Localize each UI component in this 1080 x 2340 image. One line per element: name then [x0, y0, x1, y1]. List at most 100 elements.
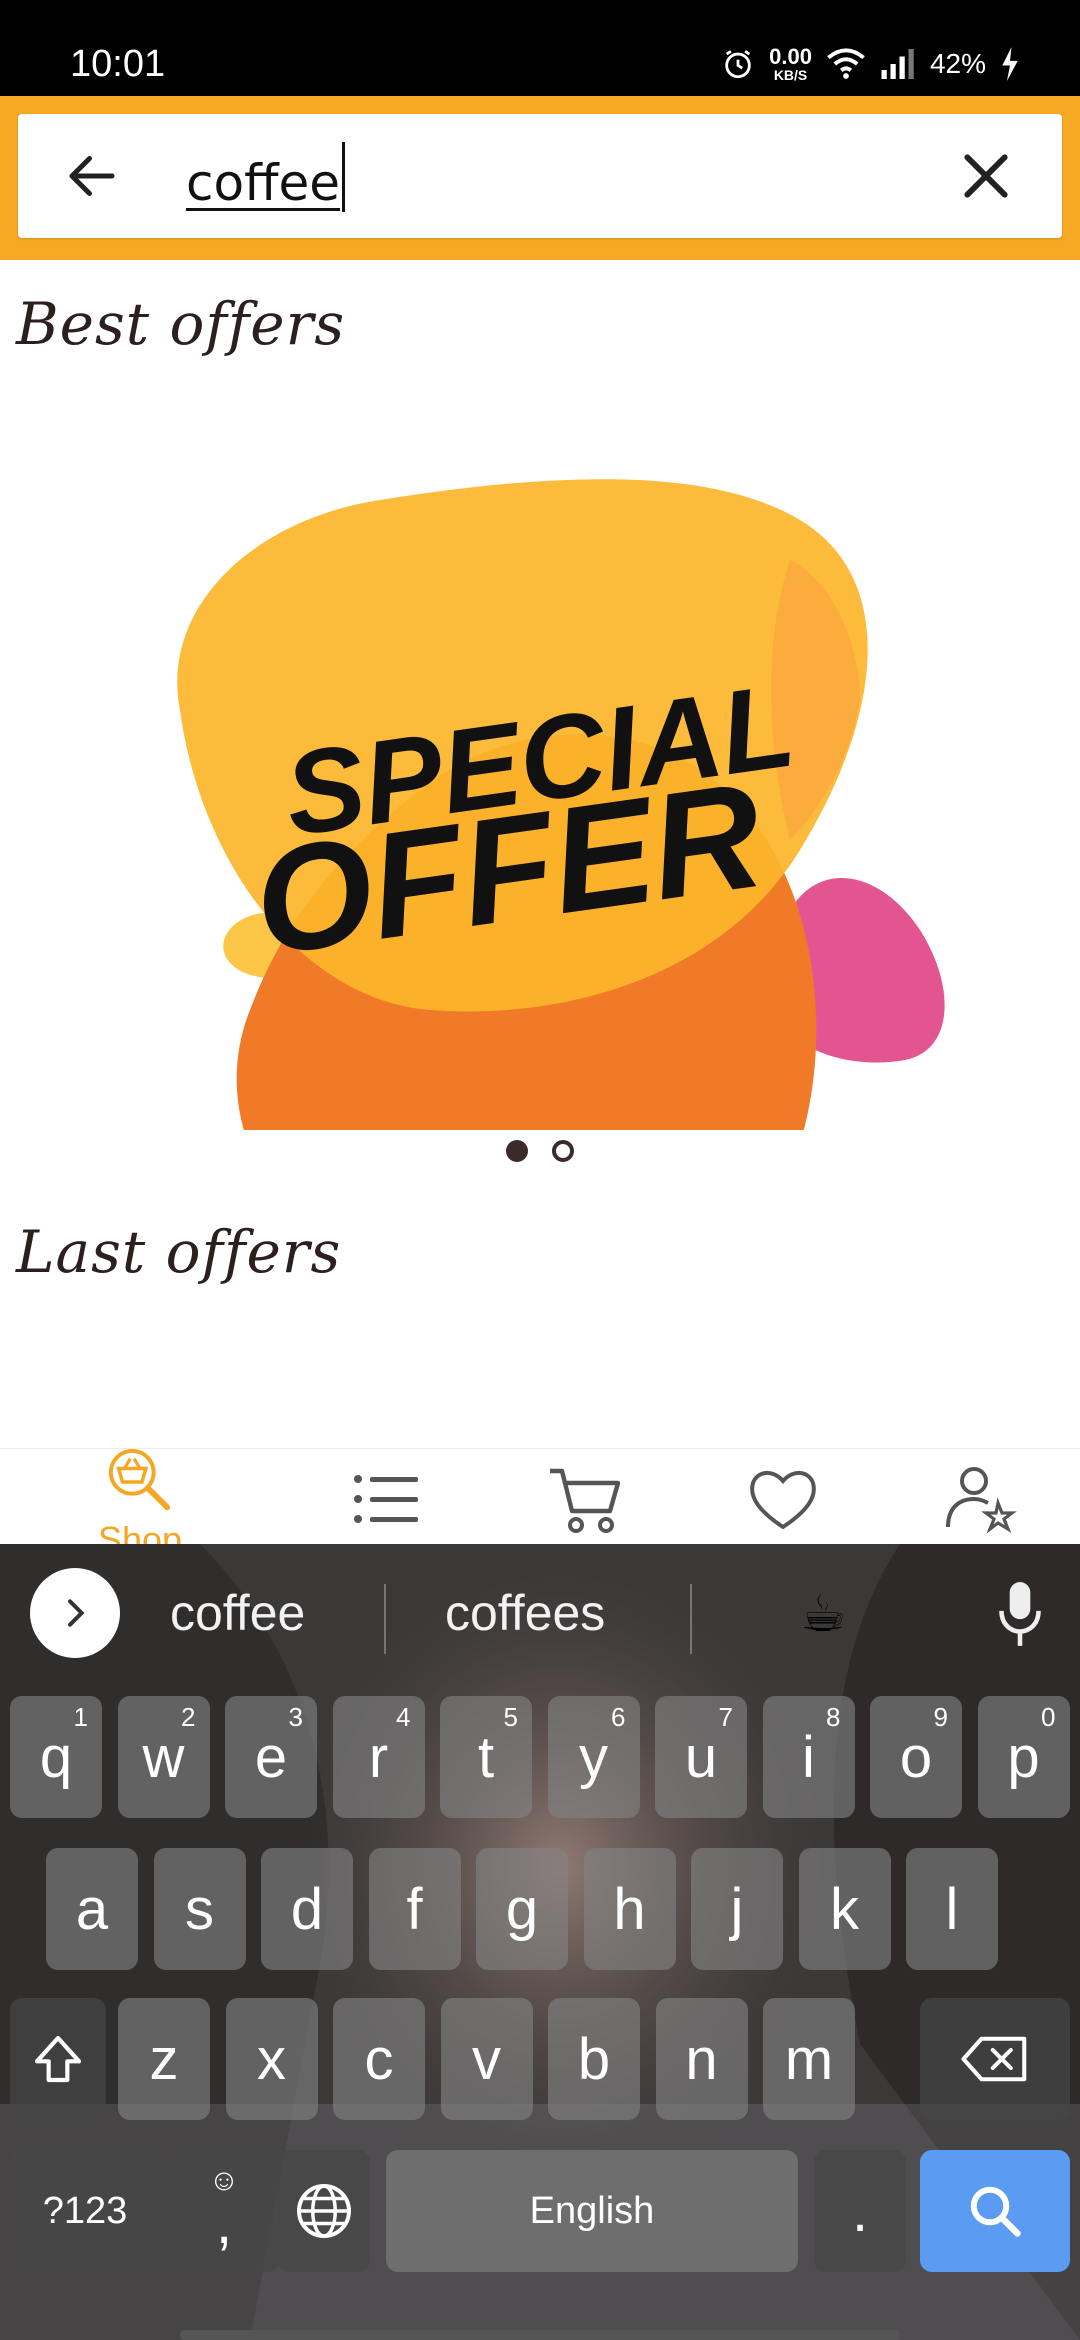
- key-f[interactable]: f: [368, 1848, 461, 1970]
- suggestion-divider: [690, 1584, 692, 1654]
- charging-icon: [1002, 47, 1018, 81]
- list-icon: [354, 1475, 418, 1523]
- key-number-hint: 4: [396, 1702, 411, 1732]
- key-s[interactable]: s: [153, 1848, 246, 1970]
- key-u[interactable]: u7: [655, 1696, 747, 1818]
- nav-cart[interactable]: [526, 1449, 646, 1545]
- status-icons: 0.00 KB/S 42%: [721, 42, 1020, 86]
- key-q[interactable]: q1: [10, 1696, 102, 1818]
- backspace-key[interactable]: [920, 1998, 1070, 2120]
- key-o[interactable]: o9: [870, 1696, 962, 1818]
- key-h[interactable]: h: [583, 1848, 676, 1970]
- chevron-right-icon: [68, 1599, 85, 1627]
- key-label: u: [684, 1724, 718, 1790]
- key-d[interactable]: d: [261, 1848, 353, 1970]
- arrow-left-icon[interactable]: [62, 146, 122, 206]
- key-number-hint: 8: [826, 1702, 841, 1732]
- nav-handle: [180, 2330, 900, 2340]
- key-number-hint: 9: [933, 1702, 948, 1732]
- key-label: w: [142, 1724, 185, 1790]
- expand-toolbar-button[interactable]: [30, 1568, 120, 1658]
- language-key[interactable]: [278, 2150, 370, 2272]
- suggestion-1[interactable]: coffee: [170, 1584, 305, 1642]
- bottom-navigation: Shop: [0, 1448, 1080, 1560]
- search-action-key[interactable]: [920, 2150, 1070, 2272]
- key-e[interactable]: e3: [225, 1696, 317, 1818]
- suggestion-strip: coffee coffees ☕: [0, 1544, 1080, 1680]
- key-number-hint: 7: [718, 1702, 733, 1732]
- key-p[interactable]: p0: [977, 1696, 1070, 1818]
- key-k[interactable]: k: [798, 1848, 891, 1970]
- space-key[interactable]: English: [386, 2150, 798, 2272]
- key-g[interactable]: g: [476, 1848, 568, 1970]
- key-c[interactable]: c: [333, 1998, 425, 2120]
- key-number-hint: 3: [288, 1702, 303, 1732]
- search-input[interactable]: coffee: [186, 142, 346, 215]
- key-a[interactable]: a: [46, 1848, 138, 1970]
- period-key[interactable]: .: [814, 2150, 906, 2272]
- nav-favorites[interactable]: [723, 1449, 843, 1545]
- shop-basket-search-icon: [108, 1449, 171, 1511]
- user-star-icon: [946, 1467, 1017, 1534]
- backspace-icon: [961, 2036, 1027, 2082]
- key-number-hint: 2: [181, 1702, 196, 1732]
- status-bar: 10:01 0.00 KB/S 42%: [0, 0, 1080, 96]
- comma-label: ,: [215, 2191, 233, 2256]
- key-i[interactable]: i8: [762, 1696, 855, 1818]
- key-number-hint: 6: [611, 1702, 626, 1732]
- speed-unit: KB/S: [773, 67, 808, 83]
- nav-shop[interactable]: Shop: [80, 1449, 200, 1560]
- text-caret: [342, 142, 346, 212]
- key-label: q: [39, 1724, 73, 1790]
- shift-key[interactable]: [10, 1998, 106, 2120]
- shift-icon: [34, 2035, 82, 2083]
- key-m[interactable]: m: [763, 1998, 855, 2120]
- suggestion-emoji[interactable]: ☕: [800, 1584, 847, 1644]
- carousel-dot[interactable]: [552, 1140, 574, 1162]
- key-label: t: [477, 1724, 495, 1790]
- key-l[interactable]: l: [906, 1848, 998, 1970]
- key-b[interactable]: b: [548, 1998, 640, 2120]
- key-number-hint: 5: [503, 1702, 518, 1732]
- search-query: coffee: [186, 154, 341, 212]
- nav-profile[interactable]: [920, 1449, 1040, 1545]
- search-box: coffee: [18, 114, 1062, 238]
- key-number-hint: 1: [73, 1702, 88, 1732]
- speed-value: 0.00: [769, 44, 812, 69]
- key-v[interactable]: v: [440, 1998, 533, 2120]
- alarm-icon: [725, 50, 751, 79]
- suggestion-2[interactable]: coffees: [445, 1584, 605, 1642]
- key-j[interactable]: j: [691, 1848, 783, 1970]
- suggestion-divider: [384, 1584, 386, 1654]
- key-w[interactable]: w2: [117, 1696, 210, 1818]
- key-n[interactable]: n: [655, 1998, 748, 2120]
- key-number-hint: 0: [1041, 1702, 1056, 1732]
- globe-icon: [297, 2184, 351, 2238]
- key-x[interactable]: x: [225, 1998, 318, 2120]
- microphone-icon[interactable]: [995, 1580, 1045, 1650]
- status-time: 10:01: [70, 43, 166, 85]
- offer-banner[interactable]: SPECIAL OFFER: [0, 410, 1080, 1320]
- close-icon[interactable]: [954, 144, 1018, 208]
- symbols-key[interactable]: ?123: [10, 2150, 160, 2272]
- last-offers-title: Last offers: [16, 1218, 342, 1286]
- key-label: i: [802, 1724, 815, 1790]
- wifi-icon: [827, 48, 865, 79]
- comma-emoji-key[interactable]: ☺ ,: [168, 2150, 280, 2272]
- search-header: coffee: [0, 96, 1080, 260]
- carousel-indicator: [0, 1140, 1080, 1162]
- key-y[interactable]: y6: [547, 1696, 640, 1818]
- key-label: p: [1007, 1724, 1040, 1790]
- key-label: o: [899, 1724, 933, 1790]
- special-offer-image: SPECIAL OFFER: [177, 479, 945, 1320]
- nav-list[interactable]: [326, 1449, 446, 1545]
- soft-keyboard: coffee coffees ☕ q1w2e3r4t5y6u7i8o9p0 as…: [0, 1544, 1080, 2340]
- search-icon: [970, 2186, 1021, 2237]
- signal-icon: [881, 49, 914, 79]
- carousel-dot-active[interactable]: [506, 1140, 528, 1162]
- key-t[interactable]: t5: [440, 1696, 532, 1818]
- key-z[interactable]: z: [118, 1998, 210, 2120]
- key-r[interactable]: r4: [332, 1696, 425, 1818]
- key-label: r: [368, 1724, 389, 1790]
- heart-icon: [750, 1471, 816, 1530]
